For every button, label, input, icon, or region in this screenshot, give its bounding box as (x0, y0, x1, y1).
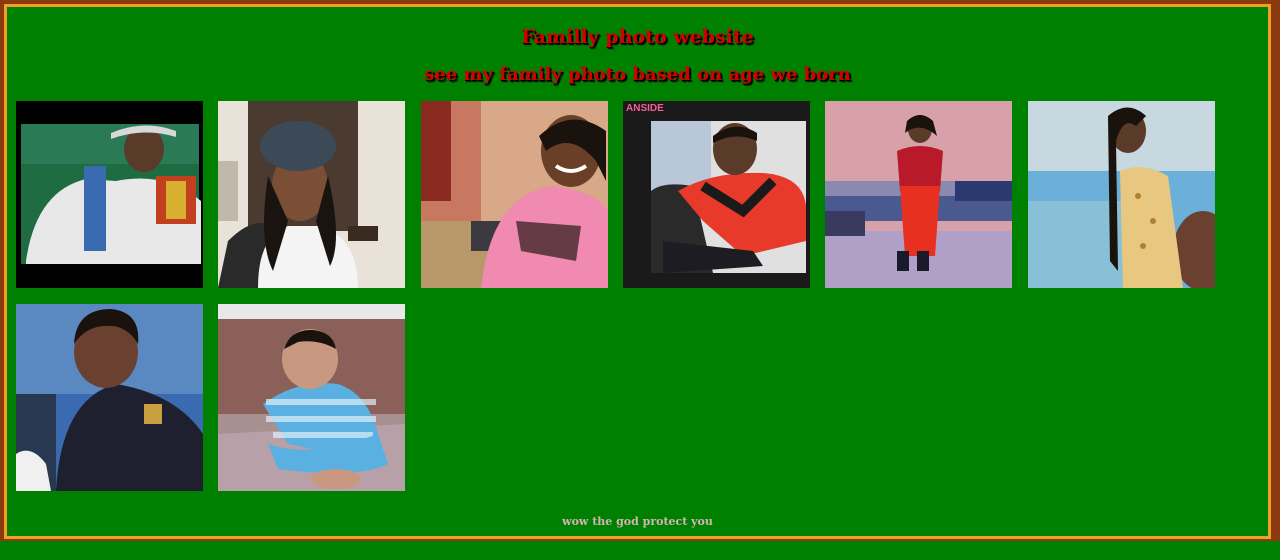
photo-4-overlay-text: ANSIDE (626, 103, 664, 114)
photo-6-image (1028, 101, 1215, 288)
photo-6[interactable] (1028, 101, 1215, 288)
photo-8[interactable] (218, 304, 405, 491)
photo-2[interactable] (218, 101, 405, 288)
photo-3[interactable] (421, 101, 608, 288)
photo-7-image (16, 304, 203, 491)
page-frame: Familly photo website see my family phot… (4, 4, 1271, 539)
photo-5[interactable] (825, 101, 1012, 288)
page-footer: wow the god protect you (562, 515, 713, 528)
photo-2-image (218, 101, 405, 288)
photo-5-image (825, 101, 1012, 288)
page-subtitle: see my family photo based on age we born (424, 64, 851, 85)
page-title: Familly photo website (521, 26, 754, 48)
photo-7[interactable] (16, 304, 203, 491)
photo-4-image: ANSIDE (623, 101, 810, 288)
photo-8-image (218, 304, 405, 491)
page-bottom-band (0, 541, 1280, 560)
photo-3-image (421, 101, 608, 288)
photo-4[interactable]: ANSIDE (623, 101, 810, 288)
photo-1-image (16, 101, 203, 288)
photo-1[interactable] (16, 101, 203, 288)
